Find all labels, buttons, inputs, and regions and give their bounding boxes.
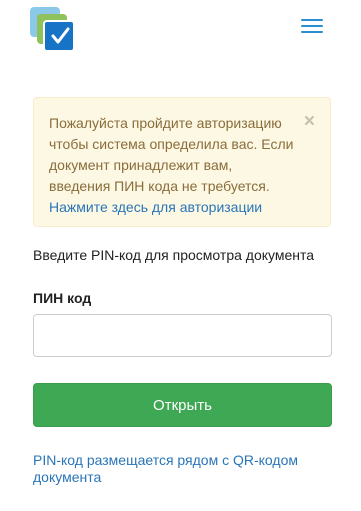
auth-alert: × Пожалуйста пройдите авторизацию чтобы …: [33, 97, 331, 227]
logo[interactable]: [30, 7, 76, 53]
auth-link[interactable]: Нажмите здесь для авторизации: [49, 199, 262, 215]
menu-bar: [301, 31, 323, 33]
page: × Пожалуйста пройдите авторизацию чтобы …: [0, 0, 361, 511]
checkmark-icon: [51, 27, 70, 44]
close-icon[interactable]: ×: [304, 112, 315, 132]
hamburger-menu-icon[interactable]: [299, 16, 325, 36]
pin-help-link[interactable]: PIN-код размещается рядом с QR-кодом док…: [33, 452, 323, 486]
pin-field-label: ПИН код: [33, 290, 92, 306]
menu-bar: [301, 19, 323, 21]
alert-text: Пожалуйста пройдите авторизацию чтобы си…: [49, 115, 294, 194]
open-button[interactable]: Открыть: [33, 383, 332, 427]
pin-instruction: Введите PIN-код для просмотра документа: [33, 247, 315, 263]
menu-bar: [301, 25, 323, 27]
pin-input[interactable]: [33, 314, 332, 357]
